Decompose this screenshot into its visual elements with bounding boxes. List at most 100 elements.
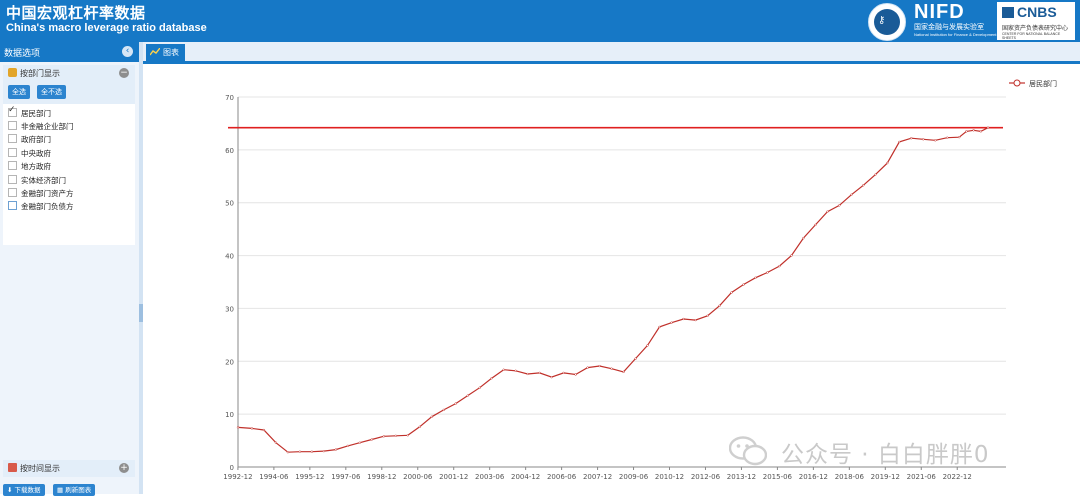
checkbox-icon[interactable] <box>8 188 17 197</box>
data-point <box>418 425 421 428</box>
expand-panel-icon[interactable]: + <box>119 463 129 473</box>
data-point <box>778 264 781 268</box>
checkbox-icon[interactable] <box>8 134 17 143</box>
data-point <box>718 304 721 307</box>
data-point <box>514 369 517 372</box>
dept-checkbox-financial-liabilities[interactable]: 金融部门负债方 <box>8 201 74 213</box>
data-point <box>454 402 457 405</box>
tab-chart[interactable]: 图表 <box>146 44 185 61</box>
x-tick-label: 2006-06 <box>547 473 577 481</box>
department-panel-header[interactable]: 按部门显示 − <box>3 65 135 82</box>
checkbox-icon[interactable] <box>8 161 17 170</box>
dept-checkbox-local-government[interactable]: 地方政府 <box>8 161 51 173</box>
x-tick-label: 1998-12 <box>367 473 396 481</box>
data-point <box>586 366 589 369</box>
legend-label: 居民部门 <box>1029 79 1057 88</box>
department-icon <box>8 68 17 77</box>
refresh-chart-button[interactable]: ▦ 刷新图表 <box>53 484 96 496</box>
data-point <box>886 161 889 165</box>
data-point <box>298 450 302 453</box>
watermark-text: 公众号 · 白白胖胖0 <box>781 442 990 468</box>
data-point <box>826 210 829 213</box>
checkbox-icon[interactable] <box>8 148 17 157</box>
dept-checkbox-government[interactable]: 政府部门 <box>8 134 51 146</box>
data-point <box>286 451 290 454</box>
data-point <box>406 434 409 437</box>
x-tick-label: 1997-06 <box>331 473 361 481</box>
data-point <box>610 367 613 370</box>
checkbox-icon[interactable] <box>8 121 17 130</box>
x-tick-label: 2001-12 <box>439 473 468 481</box>
data-point <box>658 325 661 329</box>
checkbox-icon[interactable] <box>8 175 17 184</box>
data-point <box>972 129 975 132</box>
y-tick-label: 20 <box>225 358 234 366</box>
x-tick-label: 2009-06 <box>619 473 649 481</box>
collapse-panel-icon[interactable]: − <box>119 68 129 78</box>
y-tick-label: 30 <box>225 305 234 313</box>
data-point <box>370 438 373 441</box>
data-point <box>682 317 685 321</box>
data-point <box>706 314 709 317</box>
data-point <box>742 283 745 286</box>
data-point <box>358 441 361 444</box>
data-point <box>730 291 733 294</box>
app-title-en: China's macro leverage ratio database <box>6 22 207 34</box>
x-tick-label: 2012-06 <box>691 473 721 481</box>
select-buttons-row: 全选 全不选 <box>3 82 135 104</box>
data-point <box>694 318 697 322</box>
select-all-button[interactable]: 全选 <box>8 85 30 99</box>
data-point <box>466 394 469 397</box>
line-chart-icon <box>150 48 160 56</box>
data-point <box>394 434 397 437</box>
institution-seal-logo: ⚷ <box>868 3 906 41</box>
data-point <box>346 444 349 448</box>
chart-area: 0 10 20 30 40 50 60 70 1992-12 1994-06 1995-12 1997… <box>143 64 1080 494</box>
time-panel-header[interactable]: 按时间显示 + <box>3 460 135 477</box>
dept-checkbox-nonfinancial-corporate[interactable]: 非金融企业部门 <box>8 121 74 133</box>
dept-checkbox-household[interactable]: 居民部门 <box>8 105 51 120</box>
x-tick-label: 2010-12 <box>655 473 684 481</box>
select-none-button[interactable]: 全不选 <box>37 85 66 99</box>
data-point <box>310 450 313 453</box>
x-tick-label: 2003-06 <box>475 473 505 481</box>
y-tick-label: 70 <box>225 94 234 102</box>
collapse-sidebar-icon[interactable]: ‹ <box>122 46 133 57</box>
tab-bar: 图表 <box>143 42 1080 64</box>
data-point <box>538 371 541 375</box>
x-tick-label: 1994-06 <box>259 473 289 481</box>
data-point <box>622 370 625 374</box>
y-tick-label: 40 <box>225 253 234 261</box>
app-header: 中国宏观杠杆率数据 China's macro leverage ratio d… <box>0 0 1080 42</box>
checkbox-icon[interactable] <box>8 201 17 210</box>
data-point <box>934 139 937 142</box>
data-point <box>236 426 240 429</box>
data-point <box>490 377 493 380</box>
x-tick-label: 2013-12 <box>727 473 756 481</box>
checkbox-checked-icon[interactable] <box>8 105 17 117</box>
data-point <box>262 428 266 432</box>
nifd-logo: NIFD 国家金融与发展实验室 National Institution for… <box>914 1 997 37</box>
data-point <box>790 254 793 257</box>
tab-chart-label: 图表 <box>163 48 179 57</box>
x-tick-label: 2015-06 <box>763 473 793 481</box>
wechat-icon <box>729 436 767 466</box>
dept-checkbox-real-economy[interactable]: 实体经济部门 <box>8 175 66 187</box>
sidebar-title: 数据选项 <box>4 49 41 59</box>
x-tick-label: 2022-12 <box>943 473 972 481</box>
data-point <box>646 344 649 347</box>
data-point <box>946 136 949 139</box>
data-point <box>382 435 385 438</box>
x-tick-label: 2018-06 <box>835 473 865 481</box>
dept-checkbox-financial-assets[interactable]: 金融部门资产方 <box>8 188 74 200</box>
x-tick-label: 2019-12 <box>871 473 900 481</box>
download-data-button[interactable]: ⬇ 下载数据 <box>3 484 45 496</box>
leverage-line-chart: 0 10 20 30 40 50 60 70 1992-12 1994-06 1995-12 1997… <box>223 79 1057 481</box>
data-point <box>430 415 433 418</box>
data-point <box>965 130 968 133</box>
y-tick-label: 50 <box>225 200 234 208</box>
y-tick-label: 0 <box>230 464 234 472</box>
data-point <box>862 184 865 187</box>
data-point <box>986 126 990 129</box>
dept-checkbox-central-government[interactable]: 中央政府 <box>8 148 51 160</box>
